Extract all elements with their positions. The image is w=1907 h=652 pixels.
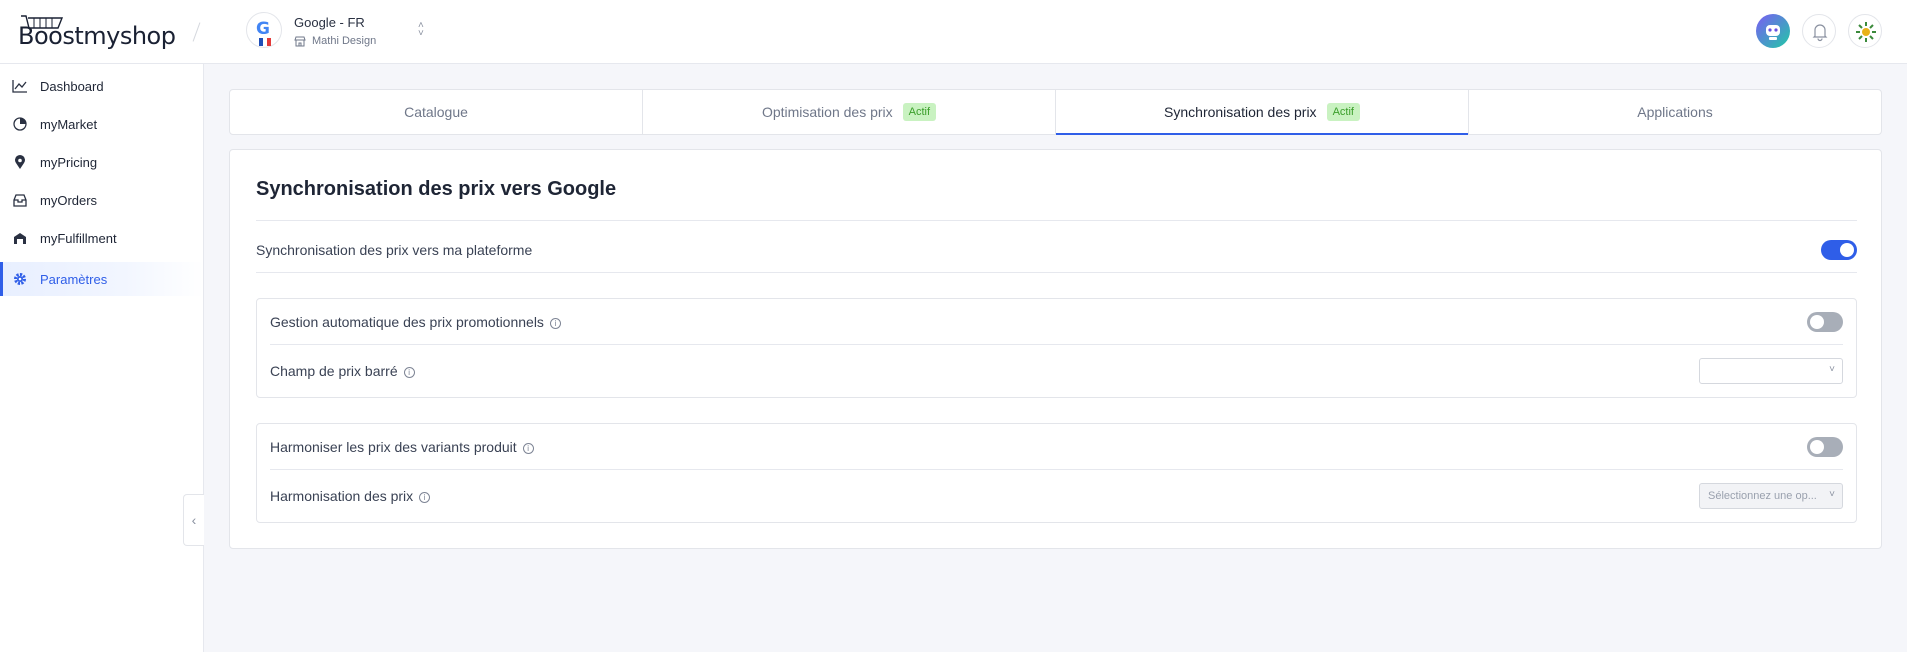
header-divider [192, 22, 201, 42]
platform-sync-toggle[interactable] [1821, 240, 1857, 260]
tab-label: Catalogue [404, 104, 468, 120]
sync-settings-card: Synchronisation des prix vers Google Syn… [229, 149, 1882, 549]
store-icon [294, 36, 306, 47]
sidebar-item-mypricing[interactable]: myPricing [0, 145, 204, 179]
boostmyshop-logo[interactable]: Boostmyshop [18, 14, 176, 50]
chevron-up-down-icon: ˄ ˅ [418, 20, 424, 39]
sidebar-item-label: myOrders [40, 192, 98, 208]
page-title: Synchronisation des prix vers Google [256, 178, 617, 200]
harmonize-variants-row: Harmoniser les prix des variants produit… [270, 439, 534, 455]
france-flag-icon [259, 38, 271, 46]
toggle-knob [1840, 243, 1854, 257]
sidebar-item-label: Paramètres [40, 271, 108, 287]
account-name: Google - FR [294, 15, 365, 30]
collapse-sidebar-button[interactable]: ‹ [183, 494, 204, 546]
sidebar-item-dashboard[interactable]: Dashboard [0, 69, 204, 103]
variants-settings-box: Harmoniser les prix des variants produit… [256, 423, 1857, 523]
top-header: Boostmyshop G Google - FR Mathi Design ˄… [0, 0, 1907, 64]
auto-promo-toggle[interactable] [1807, 312, 1843, 332]
auto-promo-row: Gestion automatique des prix promotionne… [270, 314, 561, 330]
gear-icon [12, 271, 28, 287]
tab-catalogue[interactable]: Catalogue [230, 90, 643, 134]
chevron-left-icon: ‹ [191, 512, 197, 528]
sidebar-item-label: Dashboard [40, 78, 104, 94]
price-harmonization-label: Harmonisation des prix [270, 488, 414, 504]
chevron-down-icon: ˅ [1829, 364, 1835, 375]
sidebar-item-label: myFulfillment [40, 230, 117, 246]
notifications-button[interactable] [1802, 14, 1836, 48]
user-avatar[interactable] [1848, 14, 1882, 48]
status-badge: Actif [1326, 103, 1360, 121]
harmonize-variants-toggle[interactable] [1807, 437, 1843, 457]
tab-label: Applications [1637, 104, 1713, 120]
logo-text: Boostmyshop [18, 22, 176, 50]
avatar-icon [1856, 22, 1876, 42]
info-icon[interactable]: i [549, 318, 561, 329]
price-harmonization-select[interactable]: Sélectionnez une op... ˅ [1699, 483, 1843, 509]
pie-chart-icon [12, 116, 28, 132]
account-store-name: Mathi Design [312, 35, 377, 47]
chart-line-icon [12, 78, 28, 94]
toggle-knob [1810, 315, 1824, 329]
warehouse-icon [12, 230, 28, 246]
price-harmonization-row: Harmonisation des prix i [270, 488, 431, 504]
select-placeholder: Sélectionnez une op... [1708, 490, 1817, 502]
tab-label: Synchronisation des prix [1164, 104, 1317, 120]
harmonize-variants-label: Harmoniser les prix des variants produit [270, 439, 517, 455]
info-icon[interactable]: i [522, 443, 534, 454]
divider [270, 469, 1843, 470]
bell-icon [1812, 24, 1828, 42]
sidebar-item-parametres[interactable]: Paramètres [0, 262, 204, 296]
tab-optimisation-des-prix[interactable]: Optimisation des prix Actif [643, 90, 1056, 134]
toggle-knob [1810, 440, 1824, 454]
promo-settings-box: Gestion automatique des prix promotionne… [256, 298, 1857, 398]
sidebar-item-label: myPricing [40, 154, 98, 170]
info-icon[interactable]: i [419, 492, 431, 503]
google-account-logo: G [246, 12, 282, 48]
settings-tabs: Catalogue Optimisation des prix Actif Sy… [229, 89, 1882, 135]
inbox-icon [12, 192, 28, 208]
tab-label: Optimisation des prix [761, 104, 893, 120]
sidebar: Dashboard myMarket myPricing myOrders my… [0, 64, 204, 652]
robot-icon [1766, 25, 1780, 40]
sidebar-item-myorders[interactable]: myOrders [0, 183, 204, 217]
tab-synchronisation-des-prix[interactable]: Synchronisation des prix Actif [1056, 90, 1469, 135]
price-pin-icon [12, 154, 28, 170]
chevron-down-icon: ˅ [1829, 489, 1835, 500]
strikethrough-field-select[interactable]: ˅ [1699, 358, 1843, 384]
status-badge: Actif [902, 103, 937, 121]
sidebar-item-myfulfillment[interactable]: myFulfillment [0, 221, 204, 255]
sidebar-item-mymarket[interactable]: myMarket [0, 107, 204, 141]
account-switcher[interactable]: G Google - FR Mathi Design ˄ ˅ [246, 12, 436, 52]
tab-applications[interactable]: Applications [1469, 90, 1881, 134]
platform-sync-label: Synchronisation des prix vers ma platefo… [256, 242, 533, 258]
sidebar-item-label: myMarket [40, 116, 98, 132]
strikethrough-field-label: Champ de prix barré [270, 363, 398, 379]
divider [256, 272, 1857, 273]
strikethrough-field-row: Champ de prix barré i [270, 363, 415, 379]
divider [256, 220, 1857, 221]
auto-promo-label: Gestion automatique des prix promotionne… [270, 314, 544, 330]
account-store: Mathi Design [294, 35, 376, 47]
google-logo-letter: G [256, 19, 270, 39]
info-icon[interactable]: i [403, 367, 415, 378]
assistant-bot-button[interactable] [1756, 14, 1790, 48]
divider [270, 344, 1843, 345]
